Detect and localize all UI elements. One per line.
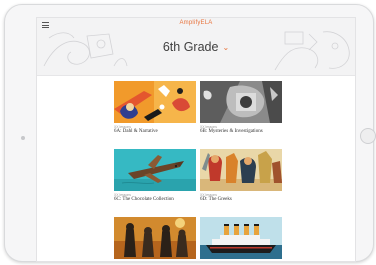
unit-thumbnail bbox=[200, 149, 282, 191]
grade-selector[interactable]: 6th Grade ⌄ bbox=[37, 40, 355, 54]
camera bbox=[21, 136, 25, 140]
unit-card-6e[interactable] bbox=[114, 217, 196, 261]
unit-thumbnail bbox=[114, 217, 196, 259]
app-screen: AmplifyELA 6th Grade ⌄ XX lessons 6A: Da… bbox=[36, 17, 356, 262]
unit-card-6f[interactable] bbox=[200, 217, 282, 261]
unit-card-6d[interactable]: XX lessons 6D: The Greeks bbox=[200, 149, 282, 203]
unit-title: 6A: Dahl & Narrative bbox=[114, 129, 158, 134]
unit-thumbnail bbox=[114, 81, 196, 123]
unit-title: 6D: The Greeks bbox=[200, 197, 232, 202]
home-button[interactable] bbox=[360, 128, 376, 144]
unit-thumbnail bbox=[114, 149, 196, 191]
tablet-frame: AmplifyELA 6th Grade ⌄ XX lessons 6A: Da… bbox=[4, 4, 376, 262]
unit-card-6c[interactable]: XX lessons 6C: The Chocolate Collection bbox=[114, 149, 196, 203]
unit-thumbnail bbox=[200, 81, 282, 123]
unit-card-6a[interactable]: XX lessons 6A: Dahl & Narrative bbox=[114, 81, 196, 135]
grade-label: 6th Grade bbox=[162, 40, 219, 54]
brand-logo: AmplifyELA bbox=[179, 20, 213, 26]
header: AmplifyELA 6th Grade ⌄ bbox=[37, 18, 355, 76]
unit-title: 6C: The Chocolate Collection bbox=[114, 197, 174, 202]
chevron-down-icon: ⌄ bbox=[222, 43, 230, 53]
unit-thumbnail bbox=[200, 217, 282, 259]
unit-title: 6B: Mysteries & Investigations bbox=[200, 129, 263, 134]
unit-card-6b[interactable]: XX lessons 6B: Mysteries & Investigation… bbox=[200, 81, 282, 135]
